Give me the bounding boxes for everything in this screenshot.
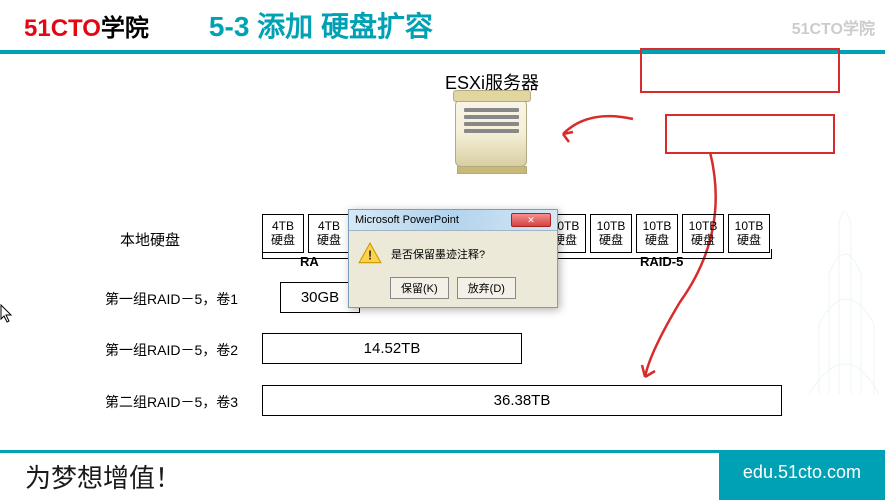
disk-cell: 10TB硬盘 <box>728 214 770 253</box>
volume-label-3: 第二组RAID－5，卷3 <box>105 392 238 412</box>
watermark: 51CTO学院 <box>792 15 875 39</box>
dialog-titlebar[interactable]: Microsoft PowerPoint ✕ <box>349 210 557 231</box>
cursor-icon <box>0 304 14 327</box>
footer-tagline: 为梦想增值！ <box>25 458 181 495</box>
discard-button[interactable]: 放弃(D) <box>457 277 516 299</box>
svg-text:!: ! <box>368 247 372 262</box>
raid-label-right: RAID-5 <box>640 254 683 269</box>
annotation-arrow-1 <box>558 114 638 144</box>
page-header: 51CTO学院 5-3 添加 硬盘扩容 <box>0 0 885 50</box>
annotation-box-1 <box>640 48 840 93</box>
volume-box-3: 36.38TB <box>262 385 782 416</box>
page-title: 5-3 添加 硬盘扩容 <box>209 5 433 45</box>
footer-url: edu.51cto.com <box>719 450 885 500</box>
disk-cell: 10TB硬盘 <box>590 214 632 253</box>
logo-brand: 51CTO <box>24 15 101 42</box>
watermark-building-icon <box>779 194 879 399</box>
powerpoint-dialog: Microsoft PowerPoint ✕ ! 是否保留墨迹注释? 保留(K)… <box>348 209 558 308</box>
server-icon <box>455 99 545 189</box>
raid-label-left: RA <box>300 254 319 269</box>
logo: 51CTO学院 <box>24 8 149 43</box>
disk-cell: 10TB硬盘 <box>682 214 724 253</box>
slide-content: ESXi服务器 本地硬盘 4TB硬盘 4TB硬盘 10TB硬盘 10TB硬盘 1… <box>0 54 885 454</box>
local-disk-label: 本地硬盘 <box>120 229 180 250</box>
keep-button[interactable]: 保留(K) <box>390 277 449 299</box>
disk-cell: 10TB硬盘 <box>636 214 678 253</box>
annotation-box-2 <box>665 114 835 154</box>
volume-label-2: 第一组RAID－5，卷2 <box>105 340 238 360</box>
dialog-message: 是否保留墨迹注释? <box>391 246 485 262</box>
close-button[interactable]: ✕ <box>511 213 551 227</box>
volume-box-2: 14.52TB <box>262 333 522 364</box>
dialog-title-text: Microsoft PowerPoint <box>355 214 459 226</box>
warning-icon: ! <box>357 241 383 267</box>
disk-cell: 4TB硬盘 <box>262 214 304 253</box>
logo-suffix: 学院 <box>101 15 149 42</box>
volume-label-1: 第一组RAID－5，卷1 <box>105 289 238 309</box>
disk-cell: 4TB硬盘 <box>308 214 350 253</box>
